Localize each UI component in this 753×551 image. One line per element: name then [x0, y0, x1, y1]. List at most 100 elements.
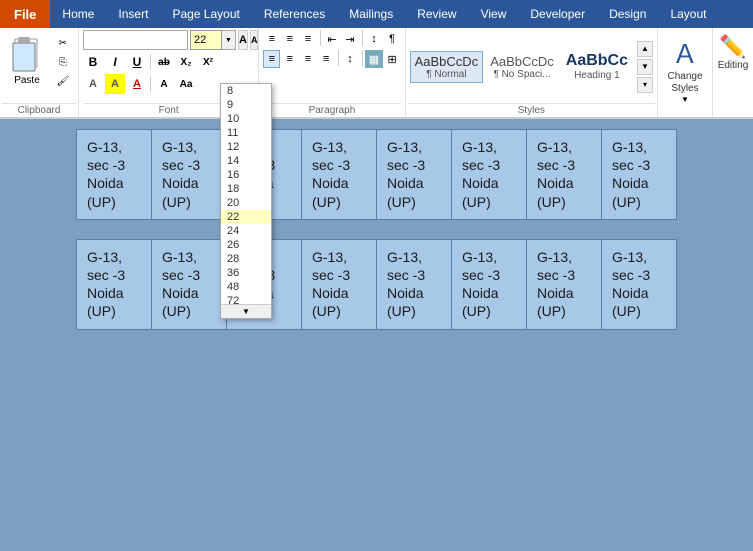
- styles-scroll-down[interactable]: ▼: [637, 59, 653, 75]
- style-heading1-preview: AaBbCc: [566, 52, 628, 70]
- shading-button[interactable]: ▦: [365, 50, 382, 68]
- copy-button[interactable]: ⎘: [52, 53, 74, 71]
- subscript-button[interactable]: X₂: [176, 52, 196, 72]
- tab-design[interactable]: Design: [597, 0, 658, 28]
- style-no-spacing-preview: AaBbCcDc: [490, 54, 554, 69]
- change-styles-button[interactable]: Ａ ChangeStyles ▼: [658, 28, 713, 117]
- style-heading1[interactable]: AaBbCc Heading 1: [561, 49, 633, 84]
- table-cell[interactable]: G-13, sec -3 Noida (UP): [77, 239, 152, 329]
- size-item-12[interactable]: 12: [221, 140, 271, 154]
- cell-text: G-13, sec -3 Noida (UP): [462, 138, 516, 211]
- increase-indent-button[interactable]: ⇥: [341, 30, 358, 48]
- table-cell[interactable]: G-13, sec -3 Noida (UP): [302, 239, 377, 329]
- table-cell[interactable]: G-13, sec -3 Noida (UP): [602, 130, 677, 220]
- numbering-button[interactable]: ≡: [281, 30, 298, 48]
- paragraph-group: ≡ ≡ ≡ ⇤ ⇥ ↕ ¶ ≡ ≡ ≡ ≡ ↕ ▦ ⊞ Parag: [259, 28, 405, 117]
- size-item-72[interactable]: 72: [221, 294, 271, 304]
- document-area: G-13, sec -3 Noida (UP)G-13, sec -3 Noid…: [0, 119, 753, 551]
- table-cell[interactable]: G-13, sec -3 Noida (UP): [602, 239, 677, 329]
- tab-insert[interactable]: Insert: [106, 0, 160, 28]
- tab-view[interactable]: View: [469, 0, 519, 28]
- styles-scroll-up[interactable]: ▲: [637, 41, 653, 57]
- style-normal[interactable]: AaBbCcDc ¶ Normal: [410, 51, 484, 83]
- tab-home[interactable]: Home: [50, 0, 106, 28]
- cell-text: G-13, sec -3 Noida (UP): [537, 248, 591, 321]
- cell-text: G-13, sec -3 Noida (UP): [87, 248, 141, 321]
- size-item-48[interactable]: 48: [221, 280, 271, 294]
- table-cell[interactable]: G-13, sec -3 Noida (UP): [152, 130, 227, 220]
- underline-button[interactable]: U: [127, 52, 147, 72]
- sort-button[interactable]: ↕: [365, 30, 382, 48]
- styles-expand[interactable]: ▾: [637, 77, 653, 93]
- size-item-28[interactable]: 28: [221, 252, 271, 266]
- size-item-10[interactable]: 10: [221, 112, 271, 126]
- tab-references[interactable]: References: [252, 0, 337, 28]
- align-right-button[interactable]: ≡: [299, 50, 316, 68]
- decrease-font-button[interactable]: A: [250, 30, 259, 50]
- justify-button[interactable]: ≡: [318, 50, 335, 68]
- cell-text: G-13, sec -3 Noida (UP): [87, 138, 141, 211]
- decrease-indent-button[interactable]: ⇤: [323, 30, 340, 48]
- size-item-22[interactable]: 22: [221, 210, 271, 224]
- styles-group: AaBbCcDc ¶ Normal AaBbCcDc ¶ No Spaci...…: [406, 28, 658, 117]
- change-styles-arrow: ▼: [681, 95, 689, 104]
- table-cell[interactable]: G-13, sec -3 Noida (UP): [377, 130, 452, 220]
- align-center-button[interactable]: ≡: [281, 50, 298, 68]
- tab-file[interactable]: File: [0, 0, 50, 28]
- tab-layout[interactable]: Layout: [658, 0, 718, 28]
- multilevel-button[interactable]: ≡: [299, 30, 316, 48]
- size-item-11[interactable]: 11: [221, 126, 271, 140]
- font-size-input[interactable]: [190, 30, 222, 50]
- table-cell[interactable]: G-13, sec -3 Noida (UP): [152, 239, 227, 329]
- format-painter-button[interactable]: 🖌: [52, 72, 74, 90]
- editing-label: Editing: [718, 60, 749, 71]
- line-spacing-button[interactable]: ↕: [341, 50, 358, 68]
- text-effect-button[interactable]: A: [83, 74, 103, 94]
- table-cell[interactable]: G-13, sec -3 Noida (UP): [527, 239, 602, 329]
- show-marks-button[interactable]: ¶: [384, 30, 401, 48]
- tab-developer[interactable]: Developer: [518, 0, 597, 28]
- size-item-36[interactable]: 36: [221, 266, 271, 280]
- table-cell[interactable]: G-13, sec -3 Noida (UP): [527, 130, 602, 220]
- clear-format-button[interactable]: A: [154, 74, 174, 94]
- size-item-16[interactable]: 16: [221, 168, 271, 182]
- size-item-24[interactable]: 24: [221, 224, 271, 238]
- table-cell[interactable]: G-13, sec -3 Noida (UP): [452, 130, 527, 220]
- table-cell[interactable]: G-13, sec -3 Noida (UP): [377, 239, 452, 329]
- font-name-input[interactable]: [83, 30, 188, 50]
- table-cell[interactable]: G-13, sec -3 Noida (UP): [302, 130, 377, 220]
- size-item-9[interactable]: 9: [221, 98, 271, 112]
- increase-font-button[interactable]: A: [238, 30, 248, 50]
- font-size-scroll-down[interactable]: ▼: [221, 304, 271, 318]
- cut-button[interactable]: ✂: [52, 34, 74, 52]
- font-size-dropdown-arrow[interactable]: ▼: [222, 30, 236, 50]
- bullets-button[interactable]: ≡: [263, 30, 280, 48]
- size-item-18[interactable]: 18: [221, 182, 271, 196]
- table-cell[interactable]: G-13, sec -3 Noida (UP): [452, 239, 527, 329]
- paste-button[interactable]: Paste: [4, 32, 50, 89]
- editing-button[interactable]: ✏️ Editing: [713, 28, 753, 117]
- cell-text: G-13, sec -3 Noida (UP): [612, 138, 666, 211]
- superscript-button[interactable]: X²: [198, 52, 218, 72]
- tab-review[interactable]: Review: [405, 0, 468, 28]
- table-cell[interactable]: G-13, sec -3 Noida (UP): [77, 130, 152, 220]
- size-item-8[interactable]: 8: [221, 84, 271, 98]
- font-size-container: ▼: [190, 30, 236, 50]
- bold-button[interactable]: B: [83, 52, 103, 72]
- align-left-button[interactable]: ≡: [263, 50, 280, 68]
- size-item-14[interactable]: 14: [221, 154, 271, 168]
- size-item-20[interactable]: 20: [221, 196, 271, 210]
- tab-page-layout[interactable]: Page Layout: [160, 0, 251, 28]
- cell-text: G-13, sec -3 Noida (UP): [537, 138, 591, 211]
- text-highlight-button[interactable]: A: [105, 74, 125, 94]
- change-case-button[interactable]: Aa: [176, 74, 196, 94]
- size-item-26[interactable]: 26: [221, 238, 271, 252]
- cell-text: G-13, sec -3 Noida (UP): [162, 248, 216, 321]
- tab-mailings[interactable]: Mailings: [337, 0, 405, 28]
- italic-button[interactable]: I: [105, 52, 125, 72]
- font-color-button[interactable]: A: [127, 74, 147, 94]
- strikethrough-button[interactable]: ab: [154, 52, 174, 72]
- style-no-spacing[interactable]: AaBbCcDc ¶ No Spaci...: [485, 51, 559, 83]
- font-size-dropdown: 8 9 10 11 12 14 16 18 20 22 24 26 28 36 …: [220, 83, 272, 319]
- borders-button[interactable]: ⊞: [384, 50, 401, 68]
